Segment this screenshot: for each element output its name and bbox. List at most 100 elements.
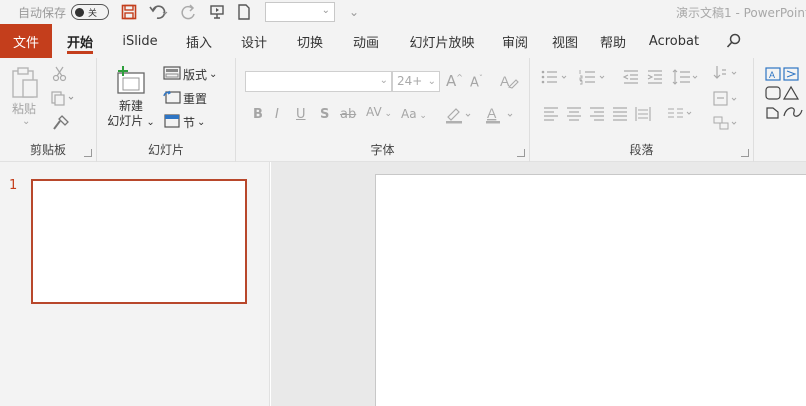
- align-text-icon[interactable]: [712, 90, 742, 111]
- tab-file[interactable]: 文件: [0, 24, 52, 58]
- font-name-combobox[interactable]: ⌄: [245, 71, 392, 92]
- decrease-indent-icon[interactable]: [622, 68, 640, 89]
- underline-button[interactable]: U: [296, 107, 306, 122]
- presentation-icon[interactable]: [209, 4, 225, 20]
- justify-icon[interactable]: [611, 106, 629, 125]
- tab-design[interactable]: 设计: [226, 24, 282, 58]
- cut-icon[interactable]: [52, 66, 68, 85]
- save-icon[interactable]: [121, 4, 137, 20]
- paragraph-group-label: 段落: [629, 143, 654, 157]
- character-spacing-button[interactable]: AV ⌄: [366, 105, 392, 119]
- paste-icon[interactable]: [10, 66, 40, 103]
- reset-button[interactable]: 重置: [163, 90, 207, 107]
- chevron-down-icon: ⌄: [321, 5, 331, 16]
- autosave-state: 关: [88, 8, 98, 19]
- reset-label: 重置: [183, 92, 208, 106]
- quick-access-toolbar: 自动保存 关 ⌄ ⌄ 演示文稿1 - PowerPoint: [0, 0, 806, 24]
- numbering-icon[interactable]: [578, 68, 612, 89]
- font-size-combobox[interactable]: 24+ ⌄: [392, 71, 440, 92]
- layout-label: 版式: [183, 68, 208, 82]
- section-label: 节: [183, 116, 196, 130]
- tab-acrobat[interactable]: Acrobat: [636, 24, 712, 58]
- reset-icon: [163, 90, 181, 107]
- section-icon: [163, 114, 181, 131]
- line-spacing-icon[interactable]: [672, 68, 702, 89]
- font-group-label: 字体: [370, 143, 395, 157]
- strikethrough-button[interactable]: ab: [340, 107, 356, 122]
- font-size-value: 24+: [397, 74, 423, 88]
- align-right-icon[interactable]: [588, 106, 606, 125]
- qat-dropdown[interactable]: ⌄: [265, 2, 336, 22]
- align-left-icon[interactable]: [542, 106, 560, 125]
- font-group: ⌄ 24+ ⌄ A^ Aˇ A B I U S ab AV ⌄ Aa ⌄ A 字…: [236, 58, 530, 162]
- slide-thumbnail[interactable]: [31, 179, 247, 304]
- tab-transitions[interactable]: 切换: [282, 24, 338, 58]
- svg-text:A: A: [769, 70, 775, 80]
- clipboard-launcher-icon[interactable]: [84, 149, 92, 157]
- chevron-down-icon: ⌄: [427, 76, 436, 87]
- autosave-toggle[interactable]: 关: [71, 4, 110, 20]
- paragraph-launcher-icon[interactable]: [741, 149, 749, 157]
- slides-group-label: 幻灯片: [147, 143, 184, 157]
- shapes-gallery-icon[interactable]: A: [764, 66, 806, 131]
- copy-icon[interactable]: [50, 90, 76, 109]
- section-button[interactable]: 节 ⌄: [163, 114, 205, 131]
- font-color-button[interactable]: A: [484, 105, 518, 128]
- redo-icon[interactable]: [181, 4, 197, 20]
- tab-help[interactable]: 帮助: [590, 24, 636, 58]
- tab-home[interactable]: 开始: [52, 24, 108, 58]
- new-slide-line1: 新建: [118, 99, 143, 113]
- chevron-down-icon: ⌄: [379, 75, 388, 86]
- format-painter-icon[interactable]: [52, 114, 70, 135]
- grow-font-button[interactable]: A^: [446, 72, 463, 90]
- font-launcher-icon[interactable]: [517, 149, 525, 157]
- new-slide-icon[interactable]: [113, 64, 147, 99]
- increase-indent-icon[interactable]: [646, 68, 664, 89]
- change-case-button[interactable]: Aa ⌄: [401, 107, 427, 121]
- text-direction-icon[interactable]: [712, 64, 742, 87]
- distributed-icon[interactable]: [634, 106, 652, 125]
- clipboard-group: 粘贴 ⌄ 剪贴板: [0, 58, 97, 162]
- chevron-down-icon: ⌄: [197, 117, 206, 128]
- bullets-icon[interactable]: [540, 68, 574, 89]
- tab-insert[interactable]: 插入: [172, 24, 226, 58]
- clipboard-group-label: 剪贴板: [29, 143, 66, 157]
- italic-button[interactable]: I: [275, 107, 279, 122]
- slide-thumbnails-pane: 1: [0, 162, 270, 406]
- paste-chevron-icon[interactable]: ⌄: [22, 116, 30, 127]
- text-shadow-button[interactable]: S: [320, 107, 329, 122]
- document-title: 演示文稿1 - PowerPoint: [676, 6, 806, 20]
- layout-button[interactable]: 版式 ⌄: [163, 66, 217, 83]
- bold-button[interactable]: B: [253, 107, 263, 122]
- slide-canvas[interactable]: [375, 174, 806, 406]
- new-slide-button[interactable]: 新建 幻灯片 ⌄: [107, 99, 155, 130]
- character-spacing-label: AV: [366, 105, 382, 119]
- highlight-icon[interactable]: [444, 105, 474, 128]
- tab-islide[interactable]: iSlide: [108, 24, 172, 58]
- tab-view[interactable]: 视图: [540, 24, 590, 58]
- align-center-icon[interactable]: [565, 106, 583, 125]
- ribbon: 粘贴 ⌄ 剪贴板 新建 幻灯片 ⌄ 版式 ⌄ 重置 节 ⌄ 幻灯片 ⌄ 24+ …: [0, 58, 806, 162]
- shrink-font-label: A: [470, 75, 479, 91]
- new-document-icon[interactable]: [237, 4, 251, 20]
- tab-review[interactable]: 审阅: [490, 24, 540, 58]
- slide-number: 1: [9, 178, 18, 193]
- clear-formatting-icon[interactable]: A: [499, 72, 519, 93]
- customize-qat-icon[interactable]: ⌄: [349, 5, 359, 19]
- slides-group: 新建 幻灯片 ⌄ 版式 ⌄ 重置 节 ⌄ 幻灯片: [97, 58, 236, 162]
- svg-text:A: A: [487, 105, 497, 121]
- ribbon-tabs: 文件 开始 iSlide 插入 设计 切换 动画 幻灯片放映 审阅 视图 帮助 …: [0, 24, 806, 58]
- undo-icon[interactable]: [149, 4, 169, 20]
- paste-label[interactable]: 粘贴: [12, 100, 36, 117]
- columns-icon[interactable]: [666, 106, 696, 125]
- new-slide-line2: 幻灯片: [107, 114, 144, 128]
- shrink-font-button[interactable]: Aˇ: [470, 74, 483, 90]
- search-icon[interactable]: [712, 24, 756, 58]
- paragraph-group: 段落: [530, 58, 754, 162]
- smartart-convert-icon[interactable]: [712, 114, 742, 135]
- toggle-knob: [75, 7, 85, 17]
- tab-slideshow[interactable]: 幻灯片放映: [394, 24, 490, 58]
- svg-text:A: A: [500, 73, 510, 89]
- tab-animations[interactable]: 动画: [338, 24, 394, 58]
- slide-editing-pane: [271, 162, 806, 406]
